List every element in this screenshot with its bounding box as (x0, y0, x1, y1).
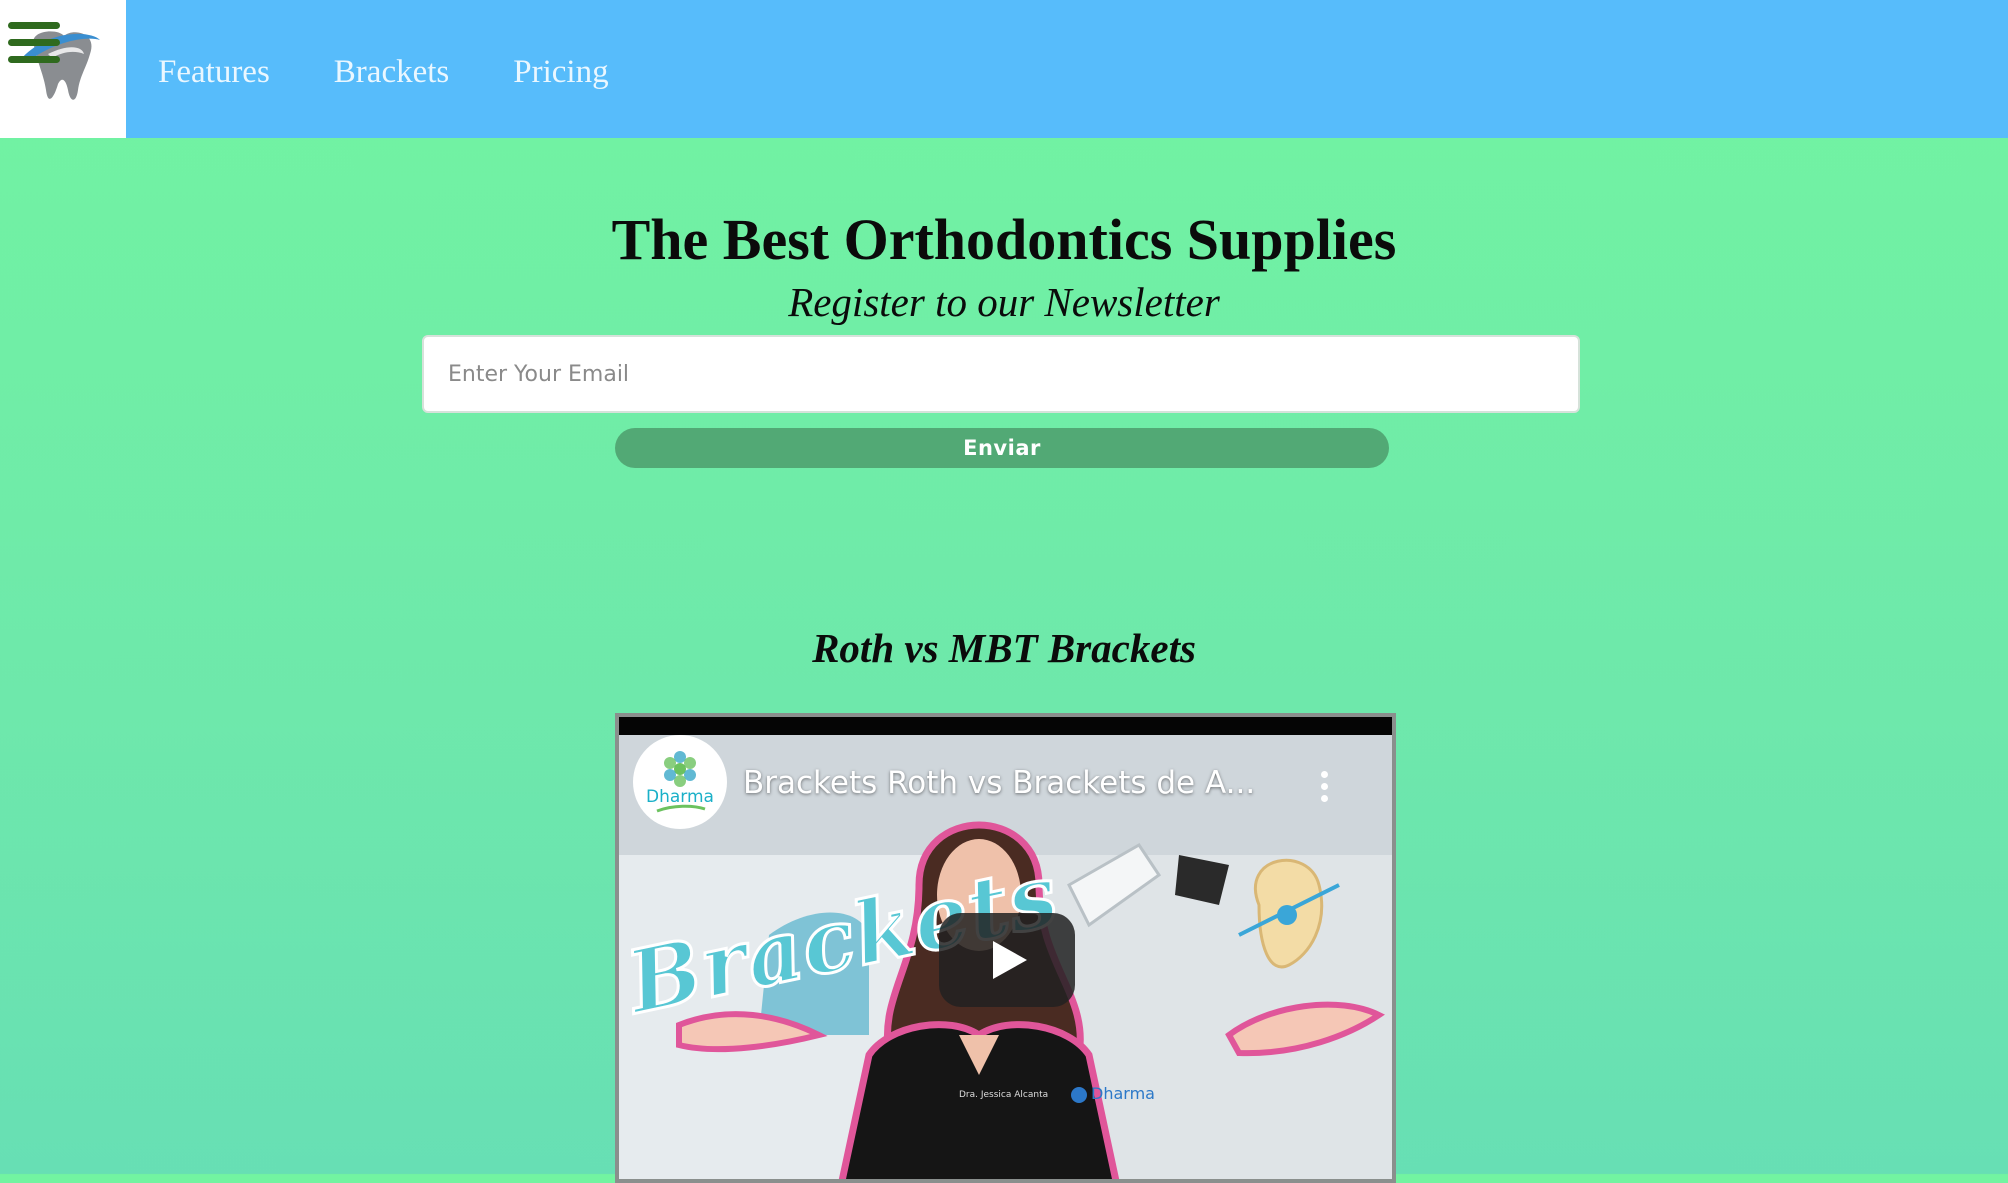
submit-button[interactable]: Enviar (615, 428, 1389, 468)
nav-link-pricing[interactable]: Pricing (513, 56, 608, 89)
menu-bar (8, 22, 60, 29)
play-icon (993, 941, 1027, 979)
logo-container[interactable] (0, 0, 126, 138)
flower-logo-icon (656, 751, 706, 813)
nav-link-features[interactable]: Features (158, 56, 270, 89)
hamburger-menu-icon[interactable] (8, 20, 60, 66)
kebab-dot (1321, 783, 1328, 790)
video-section-heading: Roth vs MBT Brackets (812, 625, 1196, 671)
menu-bar (8, 39, 60, 46)
menu-bar (8, 56, 60, 63)
video-top-bar (619, 717, 1392, 735)
nav-link-brackets[interactable]: Brackets (334, 56, 449, 89)
play-button[interactable] (939, 913, 1075, 1007)
email-input[interactable] (422, 335, 1580, 413)
video-title[interactable]: Brackets Roth vs Brackets de A... (743, 765, 1283, 801)
site-header: Features Brackets Pricing (0, 0, 2008, 138)
channel-name: Dharma (646, 787, 714, 807)
video-embed[interactable]: Dra. Jessica Alcanta Dharma Brackets Dha… (615, 713, 1396, 1183)
more-vertical-icon[interactable] (1309, 767, 1339, 807)
page-title: The Best Orthodontics Supplies (611, 207, 1397, 272)
svg-text:Dra. Jessica Alcanta: Dra. Jessica Alcanta (959, 1090, 1048, 1100)
kebab-dot (1321, 771, 1328, 778)
channel-avatar[interactable]: Dharma (633, 735, 727, 829)
kebab-dot (1321, 795, 1328, 802)
newsletter-subtitle: Register to our Newsletter (788, 279, 1220, 325)
main-nav: Features Brackets Pricing (158, 56, 673, 89)
svg-text:Dharma: Dharma (1091, 1084, 1155, 1103)
